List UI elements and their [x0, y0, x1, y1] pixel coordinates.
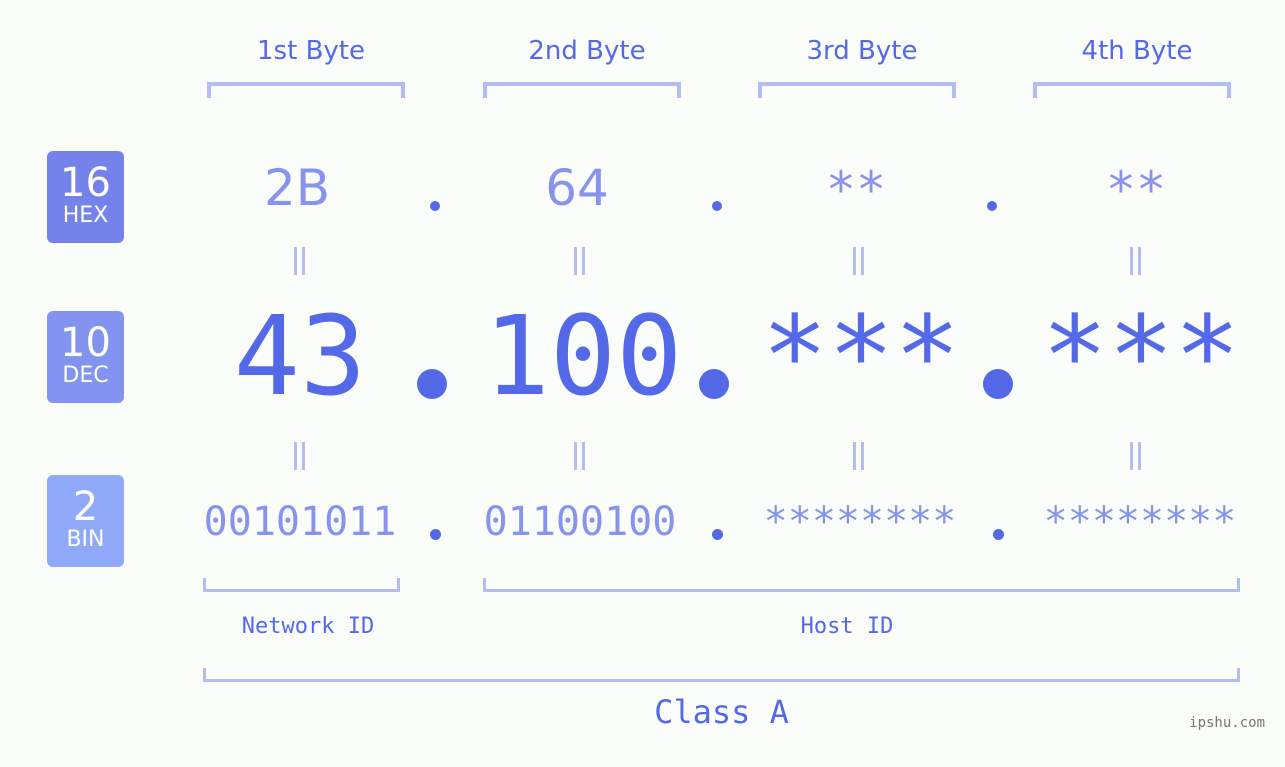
- hex-byte-3: **: [825, 161, 887, 219]
- network-id-label: Network ID: [241, 614, 375, 639]
- byte-header-4: 4th Byte: [1081, 36, 1193, 66]
- bin-byte-3: ********: [763, 499, 957, 545]
- bin-base-label: BIN: [66, 527, 105, 552]
- equals-connector: [291, 442, 307, 470]
- host-id-bracket: [483, 578, 1240, 592]
- bin-base-badge: 2 BIN: [47, 475, 124, 567]
- equals-connector: [1127, 442, 1143, 470]
- bin-separator-dot: [712, 529, 723, 540]
- dec-separator-dot: [983, 369, 1013, 399]
- host-id-label: Host ID: [800, 614, 894, 639]
- equals-connector: [1127, 247, 1143, 275]
- bin-byte-1: 00101011: [203, 499, 397, 545]
- dec-byte-1: 43: [233, 292, 367, 420]
- byte-3-bracket: [758, 82, 956, 98]
- equals-connector: [850, 442, 866, 470]
- network-id-bracket: [203, 578, 400, 592]
- hex-byte-2: 64: [545, 159, 609, 217]
- byte-2-bracket: [483, 82, 681, 98]
- equals-connector: [571, 247, 587, 275]
- hex-base-label: HEX: [62, 203, 109, 228]
- hex-separator-dot: [430, 201, 440, 211]
- dec-base-number: 10: [60, 320, 111, 366]
- bin-separator-dot: [993, 529, 1004, 540]
- byte-header-1: 1st Byte: [257, 36, 365, 66]
- bin-byte-2: 01100100: [483, 499, 677, 545]
- dec-byte-2: 100: [483, 292, 683, 420]
- class-label: Class A: [654, 693, 789, 731]
- byte-header-2: 2nd Byte: [528, 36, 646, 66]
- bin-base-number: 2: [72, 484, 99, 530]
- bin-byte-4: ********: [1043, 499, 1237, 545]
- hex-byte-4: **: [1105, 161, 1167, 219]
- byte-1-bracket: [207, 82, 405, 98]
- class-bracket: [203, 668, 1240, 682]
- equals-connector: [850, 247, 866, 275]
- watermark: ipshu.com: [1189, 715, 1265, 731]
- dec-base-badge: 10 DEC: [47, 311, 124, 403]
- hex-base-badge: 16 HEX: [47, 151, 124, 243]
- byte-header-3: 3rd Byte: [806, 36, 918, 66]
- dec-byte-3: ***: [761, 292, 961, 420]
- hex-byte-1: 2B: [263, 159, 331, 217]
- hex-separator-dot: [712, 201, 722, 211]
- hex-separator-dot: [987, 201, 997, 211]
- bin-separator-dot: [430, 529, 441, 540]
- dec-separator-dot: [699, 369, 729, 399]
- dec-separator-dot: [417, 369, 447, 399]
- dec-byte-4: ***: [1041, 292, 1241, 420]
- dec-base-label: DEC: [62, 363, 109, 388]
- equals-connector: [571, 442, 587, 470]
- hex-base-number: 16: [60, 160, 111, 206]
- equals-connector: [291, 247, 307, 275]
- byte-4-bracket: [1033, 82, 1231, 98]
